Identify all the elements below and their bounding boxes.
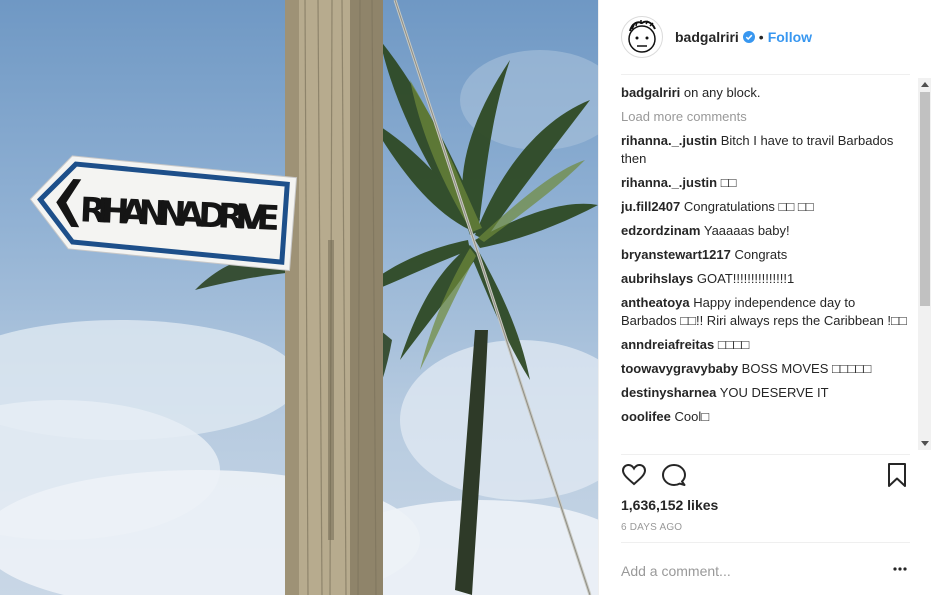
bookmark-icon[interactable] — [884, 462, 910, 488]
comment-bubble-icon[interactable] — [661, 462, 687, 488]
post-detail-panel: badgalriri • Follow badgalriri on any bl… — [598, 0, 931, 595]
comment-username[interactable]: antheatoya — [621, 295, 690, 310]
comment-text: BOSS MOVES □□□□□ — [741, 361, 872, 376]
comment-text: Congrats — [734, 247, 788, 262]
verified-badge-icon — [742, 31, 755, 43]
comment-username[interactable]: rihanna._.justin — [621, 175, 717, 190]
comment-text: □□□□ — [717, 337, 750, 352]
caption-text: on any block. — [683, 85, 761, 100]
comment-text: Congratulations □□ □□ — [683, 199, 814, 214]
comment-text: Yaaaaas baby! — [703, 223, 790, 238]
street-sign-photo: RIHANNA DRIVE — [0, 0, 598, 595]
comment-item: edzordzinam Yaaaaas baby! — [621, 222, 913, 240]
comment-item: rihanna._.justin Bitch I have to travil … — [621, 132, 913, 168]
avatar-drawing-icon — [628, 20, 656, 53]
post-actions — [621, 462, 910, 490]
scroll-thumb[interactable] — [920, 92, 930, 306]
comment-username[interactable]: anndreiafreitas — [621, 337, 714, 352]
comments-list[interactable]: badgalriri on any block. Load more comme… — [621, 84, 913, 454]
post-timestamp[interactable]: 6 DAYS AGO — [621, 522, 682, 533]
divider — [621, 454, 910, 455]
avatar[interactable] — [621, 16, 663, 58]
username[interactable]: badgalriri — [675, 29, 739, 45]
separator-dot: • — [758, 29, 764, 45]
comment-username[interactable]: aubrihslays — [621, 271, 693, 286]
post-image[interactable]: RIHANNA DRIVE — [0, 0, 598, 595]
caption: badgalriri on any block. — [621, 84, 913, 102]
add-comment-input[interactable] — [621, 560, 871, 582]
post-header: badgalriri • Follow — [621, 14, 910, 60]
ellipsis-icon[interactable] — [892, 562, 908, 576]
comment-username[interactable]: bryanstewart1217 — [621, 247, 731, 262]
scroll-down-arrow-icon[interactable] — [921, 441, 929, 446]
comment-item: ju.fill2407 Congratulations □□ □□ — [621, 198, 913, 216]
comment-username[interactable]: destinysharnea — [621, 385, 716, 400]
comment-username[interactable]: ju.fill2407 — [621, 199, 680, 214]
comment-text: YOU DESERVE IT — [719, 385, 829, 400]
comment-username[interactable]: toowavygravybaby — [621, 361, 738, 376]
comment-text: GOAT!!!!!!!!!!!!!!!1 — [696, 271, 795, 286]
comment-item: bryanstewart1217 Congrats — [621, 246, 913, 264]
comment-username[interactable]: edzordzinam — [621, 223, 700, 238]
likes-count[interactable]: 1,636,152 likes — [621, 497, 718, 513]
divider — [621, 74, 910, 75]
heart-icon[interactable] — [621, 462, 647, 488]
comment-text: □□ — [720, 175, 737, 190]
caption-username[interactable]: badgalriri — [621, 85, 680, 100]
load-more-comments-button[interactable]: Load more comments — [621, 108, 913, 126]
scroll-up-arrow-icon[interactable] — [921, 82, 929, 87]
comments-scrollbar[interactable] — [918, 78, 931, 450]
comment-item: antheatoya Happy independence day to Bar… — [621, 294, 913, 330]
comment-item: destinysharnea YOU DESERVE IT — [621, 384, 913, 402]
comment-item: anndreiafreitas □□□□ — [621, 336, 913, 354]
comment-item: toowavygravybaby BOSS MOVES □□□□□ — [621, 360, 913, 378]
comment-item: aubrihslays GOAT!!!!!!!!!!!!!!!1 — [621, 270, 913, 288]
follow-button[interactable]: Follow — [768, 29, 812, 45]
comment-username[interactable]: rihanna._.justin — [621, 133, 717, 148]
comment-item: ooolifee Cool□ — [621, 408, 913, 426]
comment-username[interactable]: ooolifee — [621, 409, 671, 424]
divider — [621, 542, 910, 543]
comment-text: Cool□ — [674, 409, 710, 424]
comment-item: rihanna._.justin □□ — [621, 174, 913, 192]
